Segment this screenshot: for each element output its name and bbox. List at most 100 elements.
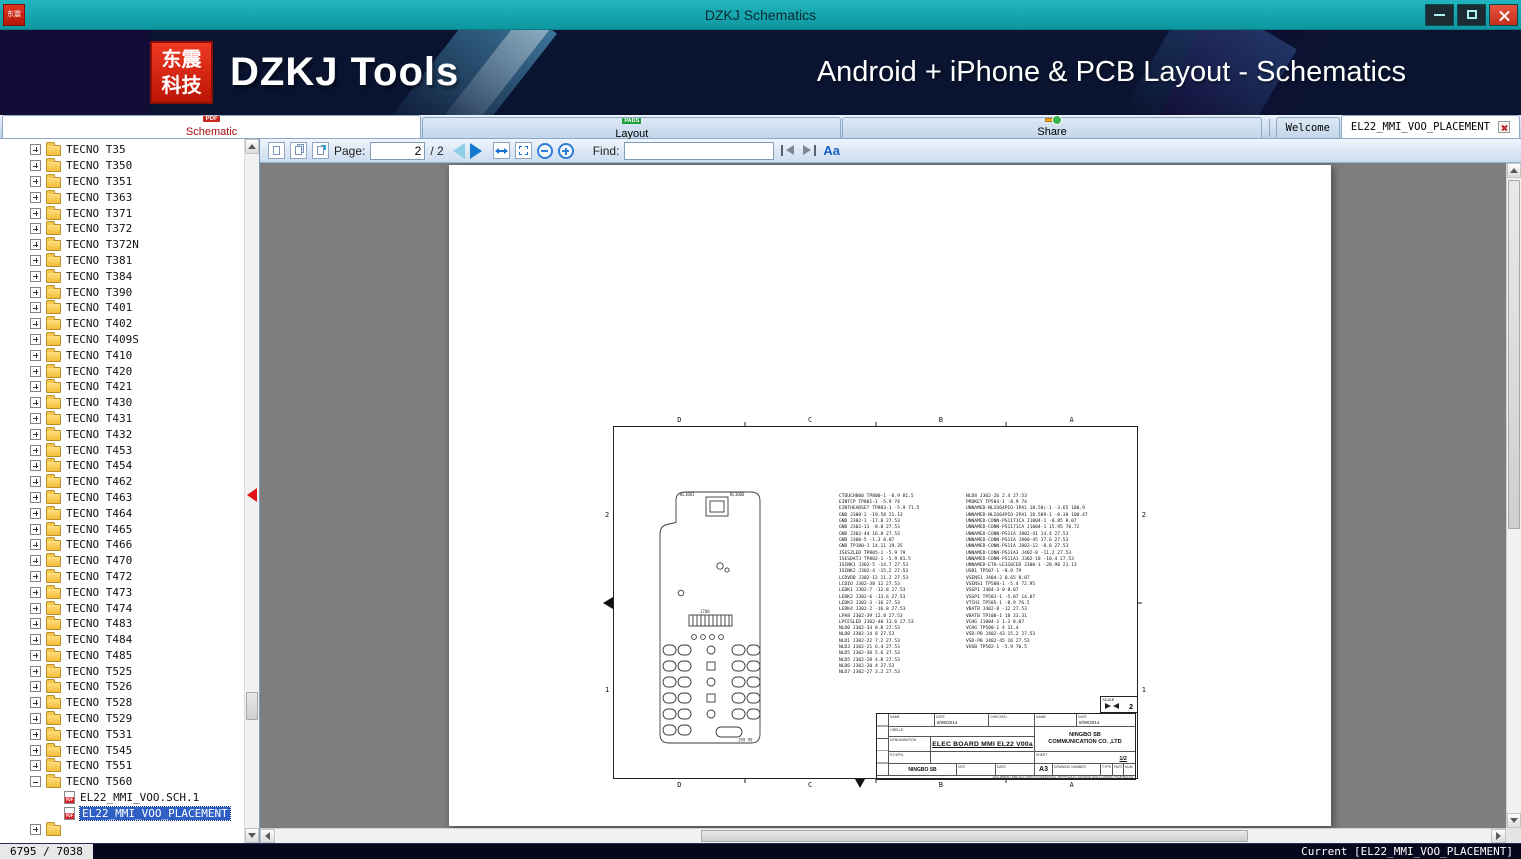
close-button[interactable]: [1489, 3, 1518, 26]
tree-folder-row[interactable]: TECNO T410: [0, 347, 244, 363]
expand-plus-icon[interactable]: [30, 728, 41, 740]
viewer-scroll-down-icon[interactable]: [1507, 813, 1521, 828]
tree-file-row[interactable]: PDF EL22_MMI_VOO.SCH.1: [0, 790, 244, 806]
tab-el22-placement[interactable]: EL22_MMI_VOO_PLACEMENT: [1340, 115, 1520, 138]
expand-plus-icon[interactable]: [30, 254, 41, 266]
tree-folder-row[interactable]: TECNO T363: [0, 189, 244, 205]
tree-folder-row[interactable]: TECNO T466: [0, 537, 244, 553]
expand-plus-icon[interactable]: [30, 397, 41, 409]
fit-width-icon[interactable]: [492, 142, 510, 159]
expand-plus-icon[interactable]: [30, 618, 41, 630]
tree-folder-row[interactable]: TECNO T462: [0, 474, 244, 490]
find-next-icon[interactable]: [801, 143, 818, 158]
expand-plus-icon[interactable]: [30, 365, 41, 377]
viewer-vscroll-track[interactable]: [1507, 178, 1521, 813]
tree-folder-row[interactable]: TECNO T473: [0, 584, 244, 600]
tree-scrollbar[interactable]: [244, 139, 259, 843]
expand-plus-icon[interactable]: [30, 302, 41, 314]
tab-layout[interactable]: PADS Layout: [422, 117, 842, 140]
snapshot-icon[interactable]: [312, 142, 329, 159]
expand-plus-icon[interactable]: [30, 318, 41, 330]
expand-plus-icon[interactable]: [30, 570, 41, 582]
viewer-vscroll-thumb[interactable]: [1508, 180, 1520, 530]
expand-plus-icon[interactable]: [30, 586, 41, 598]
zoom-in-icon[interactable]: [557, 142, 574, 159]
viewer-scroll-left-icon[interactable]: [260, 829, 275, 843]
expand-plus-icon[interactable]: [30, 444, 41, 456]
tree-folder-row[interactable]: TECNO T529: [0, 711, 244, 727]
tree-folder-row[interactable]: TECNO T350: [0, 158, 244, 174]
tree-folder-row[interactable]: TECNO T420: [0, 363, 244, 379]
tree-folder-row[interactable]: TECNO T431: [0, 410, 244, 427]
expand-plus-icon[interactable]: [30, 191, 41, 203]
tree-folder-row[interactable]: TECNO T484: [0, 632, 244, 648]
tree-folder-row[interactable]: TECNO T464: [0, 505, 244, 521]
tree-folder-row[interactable]: TECNO T371: [0, 205, 244, 221]
viewer-scroll-right-icon[interactable]: [1491, 829, 1506, 843]
tree-folder-row[interactable]: TECNO T381: [0, 252, 244, 269]
expand-plus-icon[interactable]: [30, 175, 41, 187]
tree-folder-row[interactable]: TECNO T421: [0, 379, 244, 395]
tree-folder-row-expanded[interactable]: TECNO T560: [0, 774, 244, 790]
viewer-hscroll-thumb[interactable]: [700, 830, 1248, 842]
viewer-horizontal-scrollbar[interactable]: [260, 828, 1506, 843]
expand-plus-icon[interactable]: [30, 207, 41, 219]
expand-plus-icon[interactable]: [30, 270, 41, 282]
collapse-minus-icon[interactable]: [30, 776, 41, 788]
expand-plus-icon[interactable]: [30, 555, 41, 567]
find-input[interactable]: [624, 141, 775, 160]
expand-plus-icon[interactable]: [30, 823, 41, 835]
tree-folder-row-partial[interactable]: [0, 821, 244, 837]
tab-schematic[interactable]: PDF Schematic: [2, 115, 422, 138]
tree-folder-row[interactable]: TECNO T401: [0, 300, 244, 316]
tree-folder-row[interactable]: TECNO T384: [0, 268, 244, 284]
pdf-viewer[interactable]: D C B A D C B A 2 1 2 1 BL1001 BL1000 J7…: [260, 163, 1521, 843]
tab-share[interactable]: Share: [842, 115, 1262, 138]
tree-file-row-selected[interactable]: PDF EL22_MMI_VOO_PLACEMENT: [0, 805, 244, 821]
find-previous-icon[interactable]: [779, 143, 796, 158]
expand-plus-icon[interactable]: [30, 491, 41, 503]
tree-folder-row[interactable]: TECNO T402: [0, 316, 244, 332]
previous-page-icon[interactable]: [452, 142, 465, 159]
close-tab-icon[interactable]: [1498, 121, 1510, 133]
expand-plus-icon[interactable]: [30, 239, 41, 251]
schematic-tree[interactable]: TECNO T35 TECNO T350 TECNO T351 TECNO T3…: [0, 139, 244, 843]
tree-folder-row[interactable]: TECNO T526: [0, 679, 244, 695]
viewer-hscroll-track[interactable]: [275, 829, 1491, 843]
next-page-icon[interactable]: [469, 142, 482, 159]
tree-scroll-track[interactable]: [245, 154, 259, 828]
tree-folder-row[interactable]: TECNO T470: [0, 553, 244, 569]
minimize-button[interactable]: [1425, 3, 1454, 26]
maximize-button[interactable]: [1457, 3, 1486, 26]
tree-scroll-up-icon[interactable]: [245, 139, 259, 154]
tree-folder-row[interactable]: TECNO T463: [0, 489, 244, 506]
expand-plus-icon[interactable]: [30, 476, 41, 488]
expand-plus-icon[interactable]: [30, 744, 41, 756]
expand-plus-icon[interactable]: [30, 634, 41, 646]
tree-folder-row[interactable]: TECNO T472: [0, 568, 244, 585]
expand-plus-icon[interactable]: [30, 649, 41, 661]
tree-folder-row[interactable]: TECNO T372N: [0, 237, 244, 253]
expand-plus-icon[interactable]: [30, 507, 41, 519]
expand-plus-icon[interactable]: [30, 697, 41, 709]
expand-plus-icon[interactable]: [30, 381, 41, 393]
expand-plus-icon[interactable]: [30, 460, 41, 472]
expand-plus-icon[interactable]: [30, 412, 41, 424]
tree-folder-row[interactable]: TECNO T409S: [0, 331, 244, 348]
expand-plus-icon[interactable]: [30, 333, 41, 345]
expand-plus-icon[interactable]: [30, 539, 41, 551]
tree-folder-row[interactable]: TECNO T390: [0, 284, 244, 300]
expand-plus-icon[interactable]: [30, 349, 41, 361]
tree-folder-row[interactable]: TECNO T474: [0, 600, 244, 616]
facing-pages-icon[interactable]: [290, 142, 307, 159]
page-input[interactable]: [370, 141, 426, 160]
expand-plus-icon[interactable]: [30, 713, 41, 725]
expand-plus-icon[interactable]: [30, 760, 41, 772]
tree-scroll-down-icon[interactable]: [245, 828, 259, 843]
tree-folder-row[interactable]: TECNO T551: [0, 758, 244, 774]
expand-plus-icon[interactable]: [30, 602, 41, 614]
expand-plus-icon[interactable]: [30, 286, 41, 298]
expand-plus-icon[interactable]: [30, 681, 41, 693]
panel-collapse-arrow-icon[interactable]: [247, 488, 257, 502]
tree-folder-row[interactable]: TECNO T432: [0, 426, 244, 442]
